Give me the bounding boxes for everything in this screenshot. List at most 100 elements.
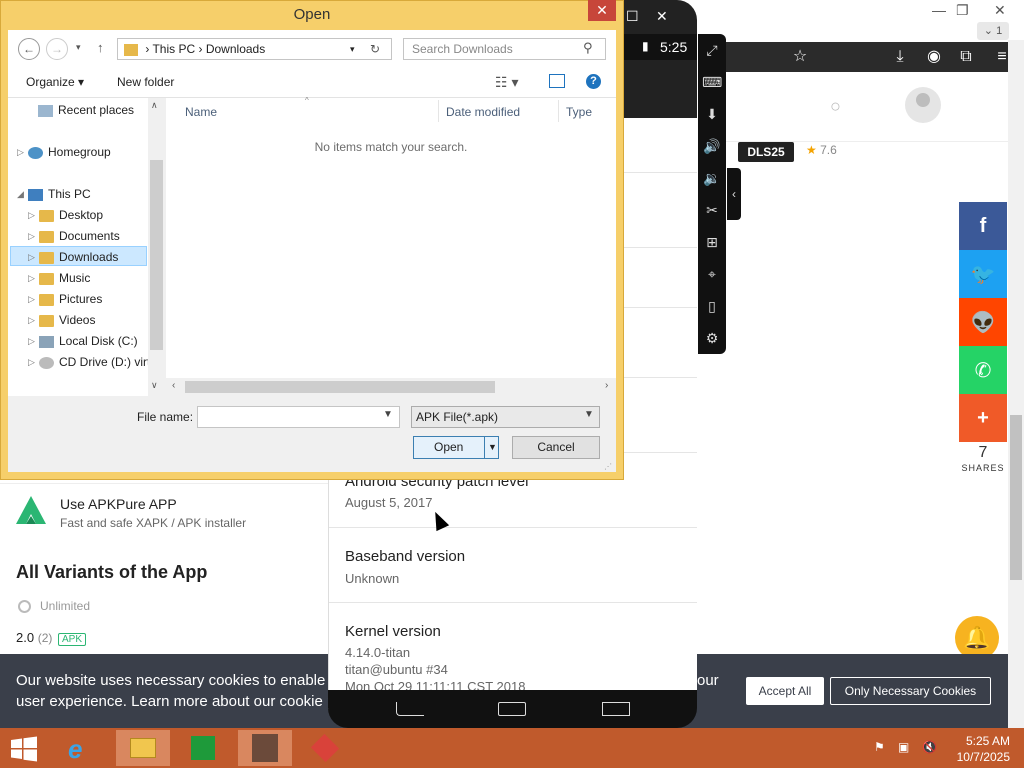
file-name-dropdown-icon[interactable]: ▼	[383, 409, 393, 420]
expand-arrow-icon[interactable]: ▷	[28, 226, 35, 246]
tree-item-this-pc[interactable]: This PC	[28, 184, 91, 204]
install-apk-icon[interactable]: ⬇	[702, 104, 722, 124]
fullscreen-icon[interactable]: ⤢	[702, 40, 722, 60]
network-icon[interactable]: ▣	[898, 740, 909, 754]
tree-item-videos[interactable]: Videos	[39, 310, 95, 330]
back-arrow-icon[interactable]: ←	[18, 38, 40, 60]
expand-arrow-icon[interactable]: ▷	[28, 205, 35, 225]
bookmark-star-icon[interactable]: ☆	[790, 47, 810, 67]
file-type-select[interactable]: APK File(*.apk)	[411, 406, 600, 428]
reddit-share-button[interactable]: 👽	[959, 298, 1007, 346]
column-divider[interactable]	[558, 100, 559, 122]
resize-grip-icon[interactable]: ⋰	[604, 462, 612, 471]
breadcrumb-downloads[interactable]: Downloads	[206, 42, 265, 56]
up-arrow-icon[interactable]: ↑	[97, 40, 104, 55]
expand-arrow-icon[interactable]: ▷	[28, 289, 35, 309]
recent-locations-icon[interactable]: ▾	[76, 42, 81, 53]
settings-item-kernel[interactable]: Kernel version 4.14.0-titan titan@ubuntu…	[329, 603, 697, 690]
download-icon[interactable]: ⤓	[890, 47, 910, 67]
site-search-icon[interactable]: ○	[830, 96, 850, 116]
scroll-left-icon[interactable]: ‹	[172, 380, 175, 391]
back-icon[interactable]	[396, 702, 424, 716]
screenshot-icon[interactable]: ✂	[702, 200, 722, 220]
column-type[interactable]: Type	[566, 105, 592, 119]
file-type-dropdown-icon[interactable]: ▼	[584, 409, 594, 420]
settings-item-baseband[interactable]: Baseband version Unknown	[329, 528, 697, 603]
minimize-icon[interactable]: —	[932, 2, 946, 18]
new-folder-button[interactable]: New folder	[117, 75, 174, 89]
open-button[interactable]: Open ▼	[413, 436, 499, 459]
address-dropdown-icon[interactable]: ▾	[350, 39, 355, 59]
taskbar-store[interactable]	[177, 730, 231, 766]
collapse-arrow-icon[interactable]: ◢	[17, 184, 24, 204]
column-date-modified[interactable]: Date modified	[446, 105, 520, 119]
column-divider[interactable]	[438, 100, 439, 122]
home-icon[interactable]	[498, 702, 526, 716]
expand-arrow-icon[interactable]: ▷	[28, 268, 35, 288]
taskbar-app[interactable]	[238, 730, 292, 766]
expand-arrow-icon[interactable]: ▷	[28, 310, 35, 330]
shake-icon[interactable]: ▯	[702, 296, 722, 316]
tree-item-desktop[interactable]: Desktop	[39, 205, 103, 225]
action-center-flag-icon[interactable]: ⚑	[874, 740, 885, 754]
accept-all-button[interactable]: Accept All	[746, 677, 824, 705]
sidebar-collapse-icon[interactable]: ‹	[727, 168, 741, 220]
volume-muted-icon[interactable]: 🔇	[922, 740, 937, 754]
expand-arrow-icon[interactable]: ▷	[17, 142, 24, 162]
tree-item-recent[interactable]: Recent places	[38, 100, 134, 120]
forward-arrow-icon[interactable]: →	[46, 38, 68, 60]
tree-item-music[interactable]: Music	[39, 268, 90, 288]
tree-item-cd-drive[interactable]: CD Drive (D:) virt	[39, 352, 149, 372]
tree-item-pictures[interactable]: Pictures	[39, 289, 102, 309]
file-name-input[interactable]	[197, 406, 400, 428]
necessary-cookies-button[interactable]: Only Necessary Cookies	[830, 677, 991, 705]
tab-count-badge[interactable]: ⌄ 1	[977, 22, 1009, 40]
cancel-button[interactable]: Cancel	[512, 436, 600, 459]
emulator-close-icon[interactable]: ✕	[656, 8, 668, 25]
page-scrollbar-thumb[interactable]	[1010, 415, 1022, 580]
tray-clock[interactable]: 5:25 AM 10/7/2025	[950, 733, 1010, 765]
scroll-right-icon[interactable]: ›	[605, 380, 608, 391]
expand-arrow-icon[interactable]: ▷	[28, 247, 35, 267]
search-input[interactable]: Search Downloads	[403, 38, 606, 60]
user-avatar[interactable]	[905, 87, 941, 123]
dialog-close-button[interactable]: ✕	[588, 0, 616, 21]
page-scrollbar[interactable]	[1008, 40, 1024, 728]
location-icon[interactable]: ⌖	[702, 264, 722, 284]
change-view-icon[interactable]: ☷ ▾	[495, 74, 518, 91]
keyboard-icon[interactable]: ⌨	[702, 72, 722, 92]
volume-down-icon[interactable]: 🔉	[702, 168, 722, 188]
profile-icon[interactable]: ◉	[924, 47, 944, 67]
preview-pane-icon[interactable]	[549, 74, 565, 88]
taskbar-emulator[interactable]	[298, 730, 352, 766]
help-icon[interactable]: ?	[586, 74, 601, 89]
expand-arrow-icon[interactable]: ▷	[28, 331, 35, 351]
twitter-share-button[interactable]: 🐦	[959, 250, 1007, 298]
tree-item-local-disk[interactable]: Local Disk (C:)	[39, 331, 138, 351]
extensions-icon[interactable]: ⧉	[956, 47, 976, 67]
emulator-maximize-icon[interactable]: ☐	[626, 8, 639, 25]
horizontal-scrollbar-thumb[interactable]	[185, 381, 495, 393]
recents-icon[interactable]	[602, 702, 630, 716]
column-name[interactable]: Name	[185, 105, 217, 119]
tree-item-homegroup[interactable]: Homegroup	[28, 142, 111, 162]
expand-arrow-icon[interactable]: ▷	[28, 352, 35, 372]
organize-button[interactable]: Organize ▾	[26, 75, 84, 89]
whatsapp-share-button[interactable]: ✆	[959, 346, 1007, 394]
more-share-button[interactable]: +	[959, 394, 1007, 442]
nav-scrollbar-thumb[interactable]	[150, 160, 163, 350]
search-icon[interactable]: ⚲	[583, 40, 593, 56]
start-button[interactable]	[10, 736, 38, 762]
refresh-icon[interactable]: ↻	[370, 39, 380, 59]
taskbar-ie[interactable]: e	[56, 730, 110, 766]
address-bar[interactable]: › This PC › Downloads ▾ ↻	[117, 38, 392, 60]
tree-item-documents[interactable]: Documents	[39, 226, 120, 246]
settings-gear-icon[interactable]: ⚙	[702, 328, 722, 348]
close-icon[interactable]: ✕	[994, 2, 1006, 19]
facebook-share-button[interactable]: f	[959, 202, 1007, 250]
variant-version-row[interactable]: 2.0 (2) APK	[16, 630, 87, 646]
volume-up-icon[interactable]: 🔊	[702, 136, 722, 156]
apkpure-promo[interactable]	[0, 483, 330, 543]
apkpure-title[interactable]: Use APKPure APP	[60, 496, 177, 512]
restore-icon[interactable]: ❐	[956, 2, 969, 19]
